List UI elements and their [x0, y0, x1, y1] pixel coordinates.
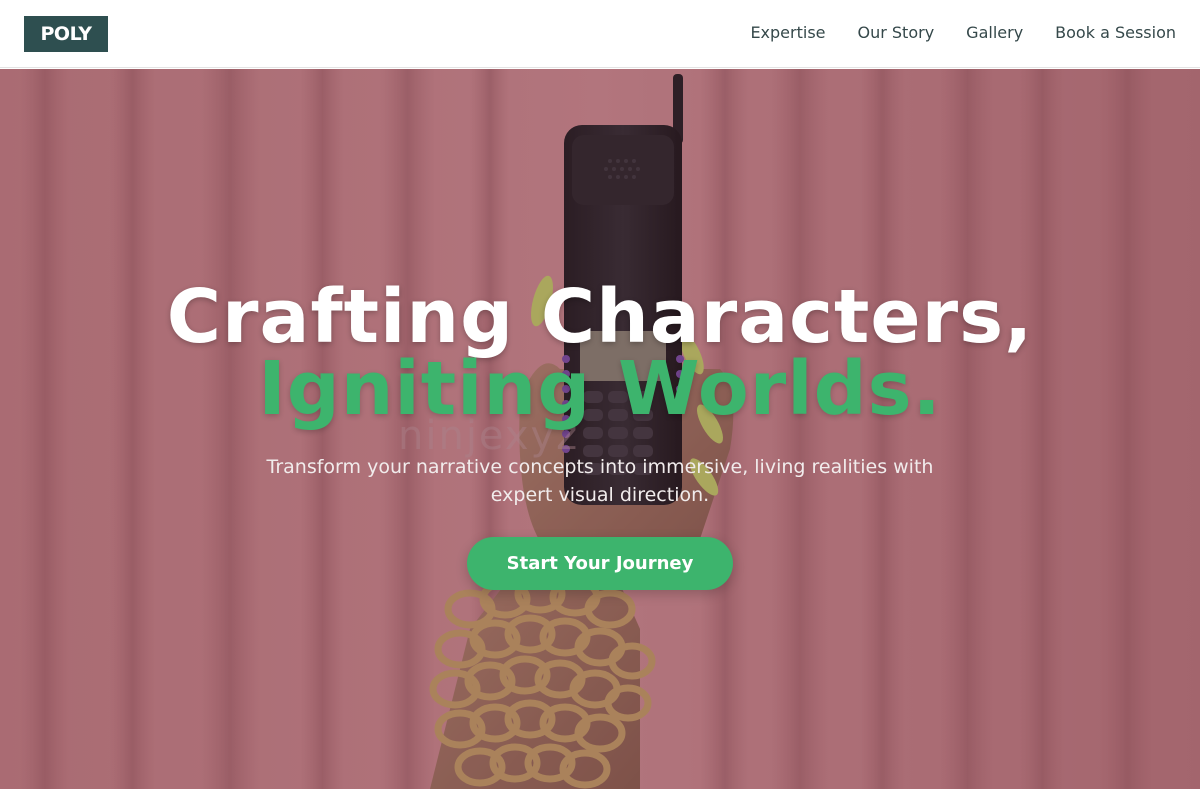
logo-text: POLY	[40, 23, 92, 45]
main-nav: Expertise Our Story Gallery Book a Sessi…	[750, 22, 1176, 44]
nav-item-book-a-session[interactable]: Book a Session	[1055, 22, 1176, 44]
nav-item-our-story[interactable]: Our Story	[858, 22, 935, 44]
hero-section: ninjexyz Crafting Characters, Igniting W…	[0, 69, 1200, 789]
start-journey-button[interactable]: Start Your Journey	[467, 537, 733, 590]
page-bottom-strip	[0, 789, 1200, 800]
hero-title-line2: Igniting Worlds.	[258, 346, 942, 432]
hero-title-line1: Crafting Characters,	[166, 274, 1034, 360]
nav-item-gallery[interactable]: Gallery	[966, 22, 1023, 44]
nav-item-expertise[interactable]: Expertise	[750, 22, 825, 44]
logo[interactable]: POLY	[24, 16, 108, 52]
site-header: POLY Expertise Our Story Gallery Book a …	[0, 0, 1200, 68]
hero-subtitle: Transform your narrative concepts into i…	[266, 456, 934, 506]
hero-content: Crafting Characters, Igniting Worlds. Tr…	[0, 279, 1200, 590]
